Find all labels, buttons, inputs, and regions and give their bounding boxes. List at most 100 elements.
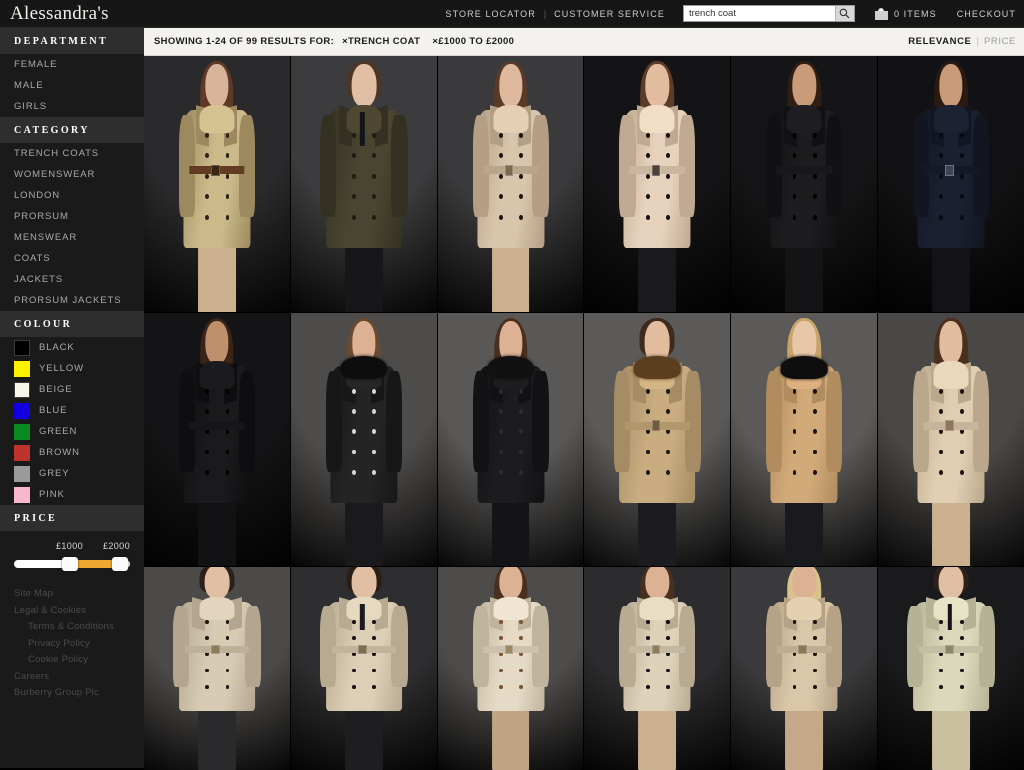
filter-chip-price[interactable]: ×£1000 TO £2000: [432, 36, 514, 47]
nav-customer-service[interactable]: CUSTOMER SERVICE: [554, 9, 665, 19]
sort-relevance[interactable]: RELEVANCE: [908, 36, 971, 47]
model-head: [498, 63, 523, 108]
sidebar-colour-list: BLACK YELLOW BEIGE BLUE GREEN BROWN GREY PINK: [0, 337, 144, 505]
sidebar-item-girls[interactable]: GIRLS: [0, 96, 144, 117]
product-tile-15[interactable]: [437, 567, 584, 770]
product-tile-2[interactable]: [290, 56, 437, 312]
colour-filter-beige[interactable]: BEIGE: [0, 379, 144, 400]
footer-link-legal-cookies[interactable]: Legal & Cookies: [14, 603, 144, 620]
model-head: [205, 320, 229, 364]
sidebar-item-prorsum-jackets[interactable]: PRORSUM JACKETS: [0, 290, 144, 311]
coat-button: [939, 132, 944, 138]
footer-link-cookie-policy[interactable]: Cookie Policy: [14, 652, 144, 669]
footer-link-site-map[interactable]: Site Map: [14, 586, 144, 603]
coat-sleeve-left: [325, 371, 342, 473]
sidebar-item-female[interactable]: FEMALE: [0, 54, 144, 75]
sidebar: DEPARTMENT FEMALE MALE GIRLS CATEGORY TR…: [0, 28, 144, 768]
sidebar-item-london[interactable]: LONDON: [0, 185, 144, 206]
search-button[interactable]: [834, 6, 854, 21]
slider-handle-max[interactable]: [112, 557, 128, 571]
coat-collar: [199, 597, 235, 620]
product-tile-17[interactable]: [731, 567, 878, 770]
coat-button: [792, 388, 797, 394]
coat-button: [205, 132, 210, 138]
coat-button: [959, 388, 964, 394]
sort-separator: |: [976, 36, 979, 47]
product-tile-3[interactable]: [437, 56, 584, 312]
sort-price[interactable]: PRICE: [984, 36, 1016, 47]
coat-button: [498, 194, 503, 200]
filter-chip-trench-coat[interactable]: ×TRENCH COAT: [342, 36, 420, 47]
colour-filter-grey[interactable]: GREY: [0, 463, 144, 484]
product-tile-11[interactable]: [731, 313, 878, 566]
sidebar-item-coats[interactable]: COATS: [0, 248, 144, 269]
product-tile-7[interactable]: [144, 313, 290, 566]
coat-button: [372, 684, 377, 689]
sidebar-item-prorsum[interactable]: PRORSUM: [0, 206, 144, 227]
model-head: [645, 63, 670, 108]
coat-button: [498, 388, 503, 394]
coat-button: [939, 684, 944, 689]
sidebar-item-womenswear[interactable]: WOMENSWEAR: [0, 164, 144, 185]
coat-button: [812, 652, 817, 657]
footer-link-terms-conditions[interactable]: Terms & Conditions: [14, 619, 144, 636]
belt-buckle: [945, 164, 954, 176]
footer-link-privacy-policy[interactable]: Privacy Policy: [14, 636, 144, 653]
colour-filter-blue[interactable]: BLUE: [0, 400, 144, 421]
coat-button: [812, 429, 817, 435]
footer-link-burberry-group-plc[interactable]: Burberry Group Plc: [14, 685, 144, 702]
product-image: [437, 56, 584, 312]
coat-sleeve-right: [532, 371, 549, 473]
product-tile-6[interactable]: [878, 56, 1024, 312]
coat-collar: [786, 597, 822, 620]
product-tile-18[interactable]: [878, 567, 1024, 770]
active-filter-chips: ×TRENCH COAT ×£1000 TO £2000: [342, 36, 526, 47]
product-tile-10[interactable]: [584, 313, 731, 566]
product-tile-8[interactable]: [290, 313, 437, 566]
coat-button: [519, 132, 524, 138]
sidebar-item-trench-coats[interactable]: TRENCH COATS: [0, 143, 144, 164]
product-tile-5[interactable]: [731, 56, 878, 312]
colour-filter-label: GREEN: [39, 426, 78, 437]
coat-button: [645, 173, 650, 179]
price-range-slider[interactable]: [14, 557, 130, 571]
coat-button: [812, 619, 817, 624]
product-tile-1[interactable]: [144, 56, 290, 312]
footer-link-careers[interactable]: Careers: [14, 669, 144, 686]
colour-swatch-black-icon: [14, 339, 30, 356]
product-tile-14[interactable]: [290, 567, 437, 770]
checkout-link[interactable]: CHECKOUT: [957, 9, 1016, 19]
search-box[interactable]: [682, 5, 855, 22]
product-tile-16[interactable]: [584, 567, 731, 770]
colour-filter-yellow[interactable]: YELLOW: [0, 358, 144, 379]
coat-button: [519, 409, 524, 414]
search-input[interactable]: [683, 6, 835, 21]
sidebar-item-male[interactable]: MALE: [0, 75, 144, 96]
coat-button: [959, 469, 964, 475]
sidebar-item-jackets[interactable]: JACKETS: [0, 269, 144, 290]
coat-button: [645, 668, 650, 673]
sidebar-section-department-header: DEPARTMENT: [0, 28, 144, 54]
colour-filter-green[interactable]: GREEN: [0, 421, 144, 442]
coat-button: [372, 469, 377, 475]
product-tile-9[interactable]: [437, 313, 584, 566]
coat-button: [498, 469, 503, 475]
cart-button[interactable]: 0 ITEMS: [874, 7, 937, 20]
coat-button: [352, 153, 356, 159]
colour-filter-black[interactable]: BLACK: [0, 337, 144, 358]
product-tile-12[interactable]: [878, 313, 1024, 566]
nav-store-locator[interactable]: STORE LOCATOR: [446, 9, 536, 19]
sidebar-section-colour-header: COLOUR: [0, 311, 144, 337]
colour-filter-pink[interactable]: PINK: [0, 484, 144, 505]
product-tile-4[interactable]: [584, 56, 731, 312]
model-head: [351, 63, 377, 108]
belt-buckle: [651, 644, 661, 654]
product-tile-13[interactable]: [144, 567, 290, 770]
sidebar-item-menswear[interactable]: MENSWEAR: [0, 227, 144, 248]
colour-filter-brown[interactable]: BROWN: [0, 442, 144, 463]
nav-separator: |: [543, 8, 547, 19]
belt-buckle: [357, 644, 367, 654]
slider-handle-min[interactable]: [62, 557, 78, 571]
brand-logo[interactable]: Alessandra's: [0, 3, 144, 25]
coat-sleeve-right: [826, 371, 843, 473]
